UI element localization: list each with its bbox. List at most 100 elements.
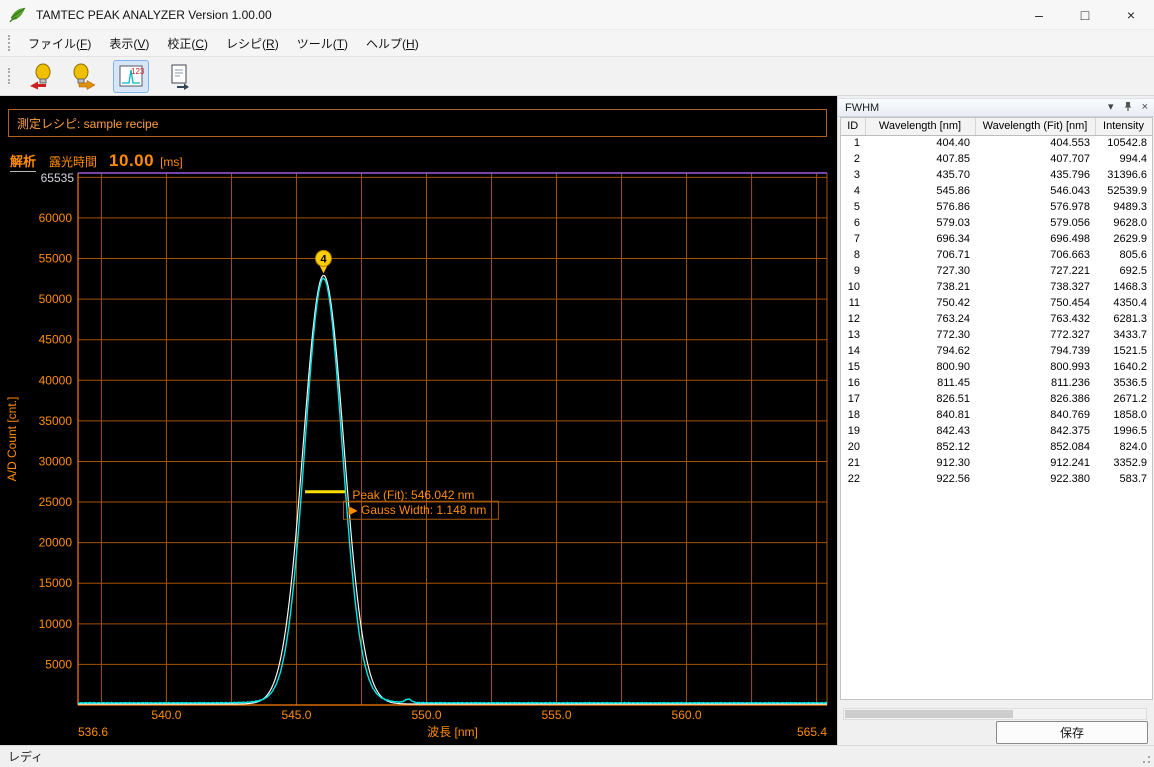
table-row[interactable]: 14 794.62 794.739 1521.5 xyxy=(841,343,1152,359)
table-cell: 8 xyxy=(853,249,860,261)
table-cell: 794.739 xyxy=(1050,345,1090,357)
menu-item-file[interactable]: ファイル(F) xyxy=(19,31,100,56)
table-cell: 738.21 xyxy=(936,281,970,293)
table-row[interactable]: 3 435.70 435.796 31396.6 xyxy=(841,167,1152,183)
table-cell: 20 xyxy=(847,441,860,453)
lamp-reference-button[interactable] xyxy=(65,60,101,93)
table-cell: 579.056 xyxy=(1050,217,1090,229)
scrollbar-thumb[interactable] xyxy=(845,710,1013,718)
y-tick-label: 55000 xyxy=(39,252,73,266)
save-button[interactable]: 保存 xyxy=(996,721,1148,744)
pin-icon[interactable] xyxy=(1123,101,1133,115)
column-header[interactable]: Intensity xyxy=(1095,118,1152,136)
menubar-grip[interactable] xyxy=(8,35,12,51)
table-cell: 546.043 xyxy=(1050,185,1090,197)
table-cell: 727.221 xyxy=(1050,265,1090,277)
table-cell: 763.432 xyxy=(1050,313,1090,325)
main-content: 測定レシピ: sample recipe 解析 露光時間 10.00 [ms] … xyxy=(0,96,1154,745)
table-cell: 1996.5 xyxy=(1113,425,1147,437)
table-cell: 435.70 xyxy=(936,169,970,181)
table-row[interactable]: 20 852.12 852.084 824.0 xyxy=(841,439,1152,455)
menu-item-help[interactable]: ヘルプ(H) xyxy=(357,31,428,56)
table-cell: 842.375 xyxy=(1050,425,1090,437)
table-row[interactable]: 15 800.90 800.993 1640.2 xyxy=(841,359,1152,375)
table-row[interactable]: 10 738.21 738.327 1468.3 xyxy=(841,279,1152,295)
table-cell: 19 xyxy=(847,425,860,437)
resize-grip-icon[interactable] xyxy=(1139,752,1152,765)
table-cell: 1858.0 xyxy=(1113,409,1147,421)
maximize-button[interactable]: □ xyxy=(1062,0,1108,29)
table-cell: 840.81 xyxy=(936,409,970,421)
chevron-down-icon[interactable]: ▾ xyxy=(1108,102,1114,113)
table-cell: 21 xyxy=(847,457,860,469)
table-row[interactable]: 13 772.30 772.327 3433.7 xyxy=(841,327,1152,343)
menu-item-recipe[interactable]: レシピ(R) xyxy=(217,31,288,56)
menu-item-tools[interactable]: ツール(T) xyxy=(288,31,357,56)
menu-item-view[interactable]: 表示(V) xyxy=(100,31,158,56)
table-cell: 772.327 xyxy=(1050,329,1090,341)
table-row[interactable]: 18 840.81 840.769 1858.0 xyxy=(841,407,1152,423)
table-cell: 692.5 xyxy=(1119,265,1147,277)
table-cell: 576.978 xyxy=(1050,201,1090,213)
table-cell: 826.51 xyxy=(936,393,970,405)
table-row[interactable]: 5 576.86 576.978 9489.3 xyxy=(841,199,1152,215)
table-cell: 922.380 xyxy=(1050,473,1090,485)
table-cell: 1640.2 xyxy=(1113,361,1147,373)
table-row[interactable]: 7 696.34 696.498 2629.9 xyxy=(841,231,1152,247)
toolbar: 123 xyxy=(0,57,1154,96)
table-cell: 407.707 xyxy=(1050,153,1090,165)
table-row[interactable]: 12 763.24 763.432 6281.3 xyxy=(841,311,1152,327)
chart-pane: 測定レシピ: sample recipe 解析 露光時間 10.00 [ms] … xyxy=(0,96,837,745)
table-row[interactable]: 1 404.40 404.553 10542.8 xyxy=(841,135,1152,151)
table-row[interactable]: 4 545.86 546.043 52539.9 xyxy=(841,183,1152,199)
table-cell: 11 xyxy=(848,297,860,309)
menu-item-calibration[interactable]: 校正(C) xyxy=(158,31,217,56)
table-row[interactable]: 16 811.45 811.236 3536.5 xyxy=(841,375,1152,391)
minimize-button[interactable]: – xyxy=(1016,0,1062,29)
table-row[interactable]: 19 842.43 842.375 1996.5 xyxy=(841,423,1152,439)
status-text: レディ xyxy=(8,750,44,764)
toolbar-grip[interactable] xyxy=(8,68,12,84)
x-tick-label: 545.0 xyxy=(281,708,311,722)
horizontal-scrollbar[interactable] xyxy=(843,708,1147,720)
table-cell: 794.62 xyxy=(936,345,970,357)
table-row[interactable]: 21 912.30 912.241 3352.9 xyxy=(841,455,1152,471)
table-row[interactable]: 17 826.51 826.386 2671.2 xyxy=(841,391,1152,407)
panel-close-icon[interactable]: × xyxy=(1142,102,1148,113)
table-cell: 3536.5 xyxy=(1113,377,1147,389)
column-header[interactable]: Wavelength (Fit) [nm] xyxy=(975,118,1096,136)
table-cell: 407.85 xyxy=(936,153,970,165)
y-tick-label: 30000 xyxy=(39,454,73,468)
lamp-acquire-button[interactable] xyxy=(24,60,60,93)
table-row[interactable]: 9 727.30 727.221 692.5 xyxy=(841,263,1152,279)
annotation-0: Peak (Fit): 546.042 nm xyxy=(352,488,474,502)
table-row[interactable]: 6 579.03 579.056 9628.0 xyxy=(841,215,1152,231)
table-row[interactable]: 11 750.42 750.454 4350.4 xyxy=(841,295,1152,311)
peak-analysis-button[interactable]: 123 xyxy=(113,59,149,93)
table-cell: 22 xyxy=(847,473,860,485)
y-tick-label: 25000 xyxy=(39,495,73,509)
spectrum-chart[interactable]: Peak (Fit): 546.042 nm▶ Gauss Width: 1.1… xyxy=(0,96,837,745)
table-cell: 4 xyxy=(853,185,860,197)
table-row[interactable]: 8 706.71 706.663 805.6 xyxy=(841,247,1152,263)
table-cell: 3 xyxy=(853,169,860,181)
table-cell: 14 xyxy=(847,345,860,357)
table-cell: 840.769 xyxy=(1050,409,1090,421)
x-tick-label: 540.0 xyxy=(151,708,181,722)
table-cell: 811.236 xyxy=(1051,377,1090,389)
table-cell: 31396.6 xyxy=(1107,169,1147,181)
table-row[interactable]: 2 407.85 407.707 994.4 xyxy=(841,151,1152,167)
x-tick-label: 560.0 xyxy=(672,708,702,722)
table-cell: 696.34 xyxy=(936,233,970,245)
close-button[interactable]: × xyxy=(1108,0,1154,29)
table-cell: 12 xyxy=(847,313,860,325)
saturation-label: 65535 xyxy=(41,171,75,185)
table-cell: 9 xyxy=(853,265,860,277)
table-cell: 576.86 xyxy=(936,201,970,213)
column-header[interactable]: Wavelength [nm] xyxy=(865,118,976,136)
x-min-label: 536.6 xyxy=(78,725,108,739)
table-row[interactable]: 22 922.56 922.380 583.7 xyxy=(841,471,1152,487)
peak-marker-label: 4 xyxy=(320,253,327,265)
column-header[interactable]: ID xyxy=(841,118,866,136)
report-export-button[interactable] xyxy=(161,60,197,93)
